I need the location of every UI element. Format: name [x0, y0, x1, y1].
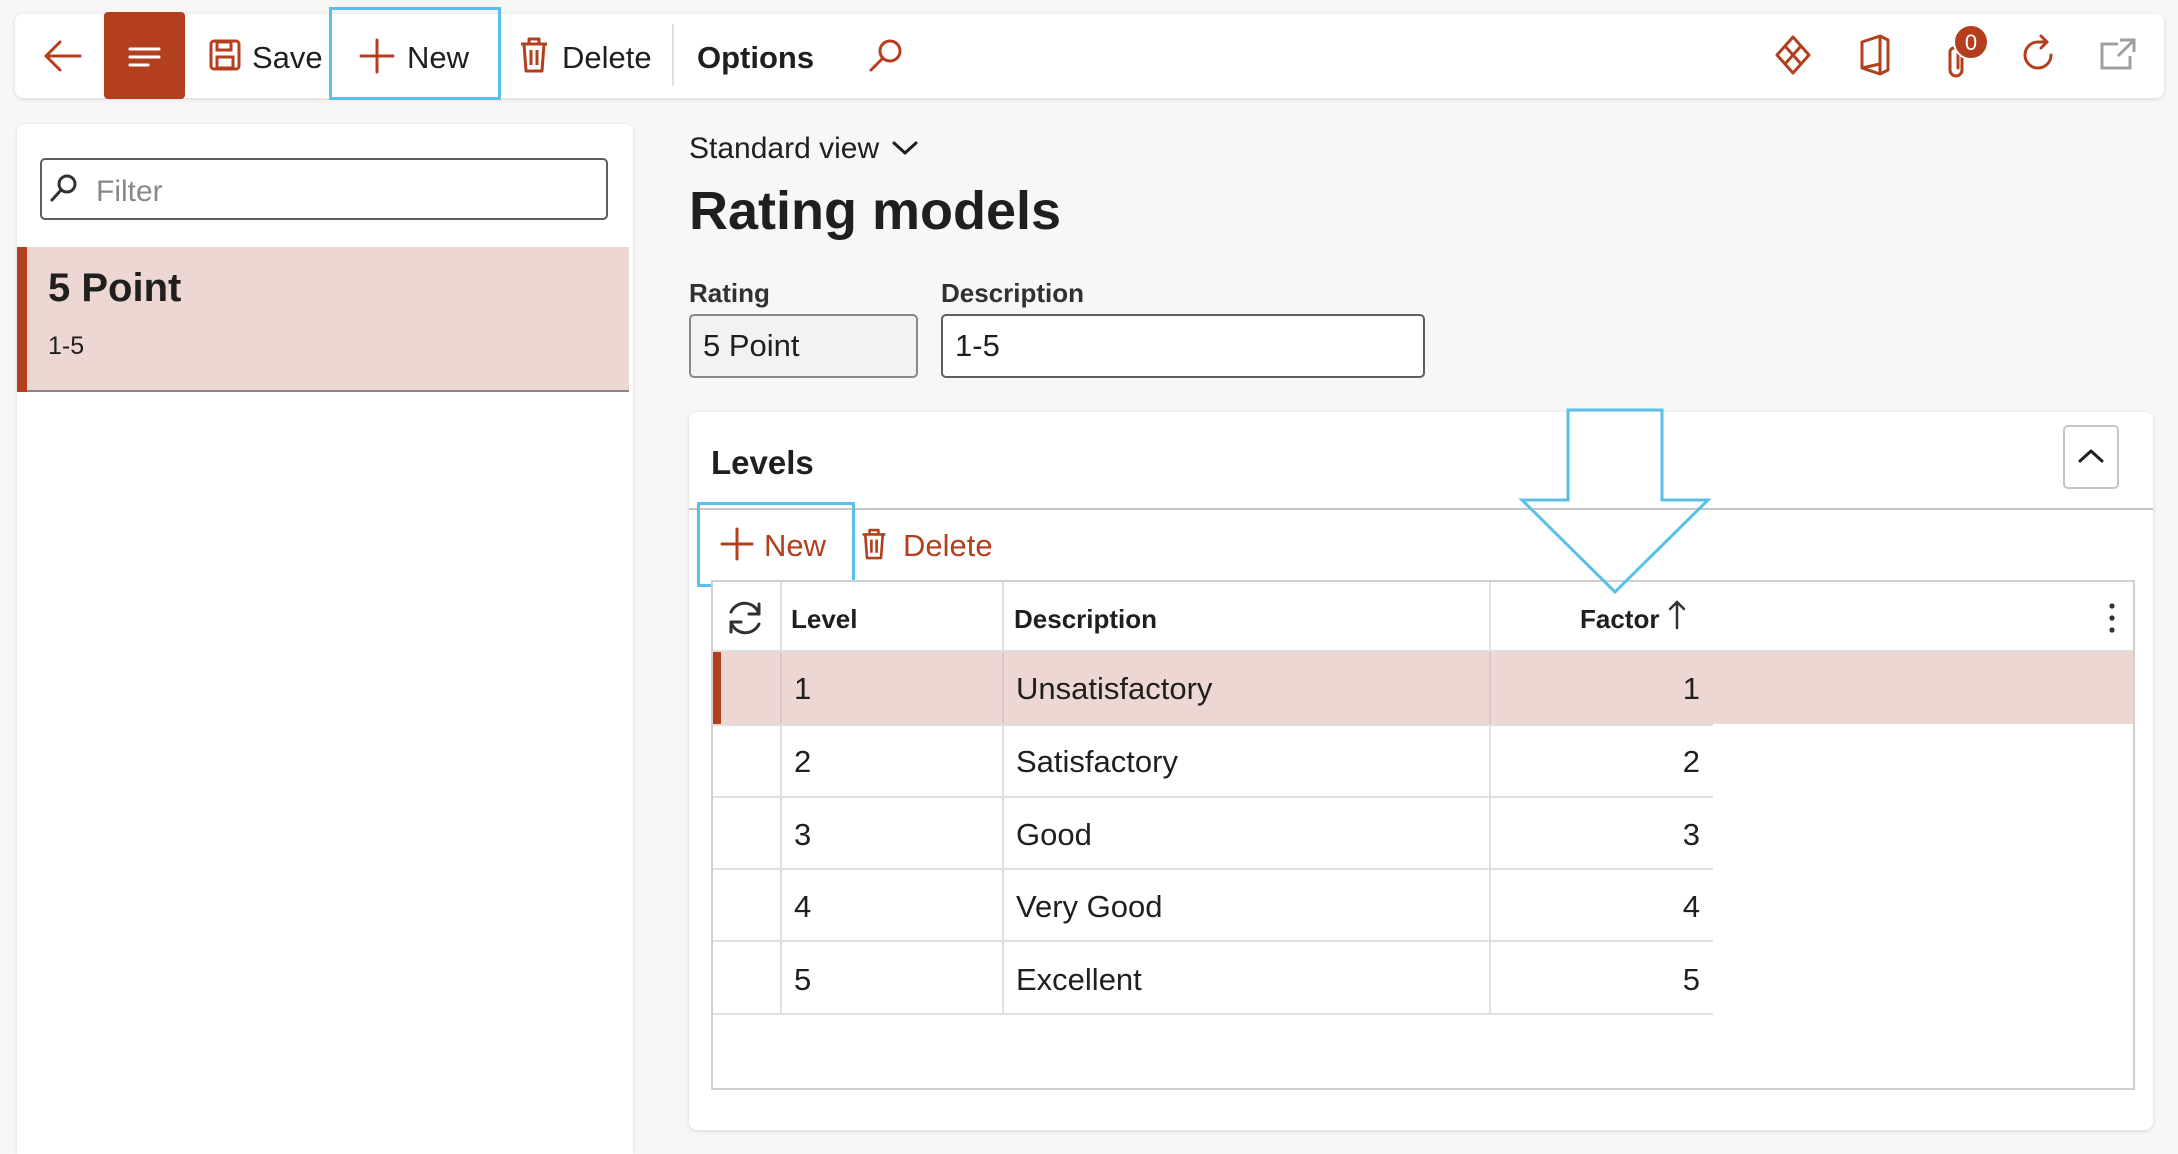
table-row[interactable]	[713, 726, 1713, 796]
chevron-down-icon	[892, 141, 918, 155]
description-field[interactable]: 1-5	[941, 314, 1425, 378]
grid-new-label: New	[764, 528, 827, 563]
column-header-factor[interactable]: Factor	[1580, 604, 1659, 635]
description-value: 1-5	[955, 328, 1000, 363]
options-tab[interactable]: Options	[697, 40, 814, 76]
row-divider	[713, 1013, 1713, 1015]
floppy-disk-icon	[209, 39, 241, 71]
description-cell[interactable]: Good	[1016, 817, 1092, 853]
level-cell[interactable]: 5	[794, 962, 811, 998]
office-icon	[1860, 34, 1890, 76]
arrow-left-icon	[44, 40, 82, 72]
description-cell[interactable]: Excellent	[1016, 962, 1142, 998]
hamburger-icon	[128, 47, 161, 67]
fasttab-divider	[689, 508, 2153, 510]
levels-title[interactable]: Levels	[711, 444, 814, 482]
toolbar-divider	[672, 24, 674, 86]
diamond-icon	[1775, 35, 1811, 75]
sort-ascending-icon	[1668, 600, 1686, 630]
level-cell[interactable]: 3	[794, 817, 811, 853]
sync-icon	[729, 601, 761, 635]
level-cell[interactable]: 4	[794, 889, 811, 925]
plus-icon	[359, 38, 395, 74]
column-header-description[interactable]: Description	[1014, 604, 1157, 635]
description-cell[interactable]: Very Good	[1016, 889, 1162, 925]
collapse-button[interactable]	[2063, 425, 2119, 489]
description-label: Description	[941, 278, 1085, 308]
table-row[interactable]	[713, 652, 2133, 724]
plus-icon	[720, 527, 754, 561]
view-label: Standard view	[689, 132, 880, 165]
list-item-subtitle: 1-5	[48, 332, 85, 360]
open-in-new-window-icon	[2100, 38, 2136, 70]
power-platform-button[interactable]	[1773, 33, 1813, 77]
office-button[interactable]	[1858, 34, 1892, 76]
rating-field[interactable]: 5 Point	[689, 314, 918, 378]
more-options-button[interactable]	[2100, 600, 2124, 636]
level-cell[interactable]: 1	[794, 671, 811, 707]
trash-icon	[521, 37, 547, 73]
table-row[interactable]	[713, 798, 1713, 868]
factor-cell[interactable]: 2	[1600, 744, 1700, 780]
new-label: New	[407, 40, 470, 75]
factor-cell[interactable]: 4	[1600, 889, 1700, 925]
grid-delete-label: Delete	[903, 528, 993, 563]
column-header-level[interactable]: Level	[791, 604, 858, 635]
chevron-up-icon	[2078, 449, 2104, 463]
trash-icon	[862, 528, 886, 560]
notification-count: 0	[1964, 30, 1978, 55]
description-cell[interactable]: Satisfactory	[1016, 744, 1178, 780]
grid-refresh-button[interactable]	[723, 596, 767, 640]
factor-cell[interactable]: 3	[1600, 817, 1700, 853]
open-new-window-button[interactable]	[2098, 36, 2138, 72]
notification-badge: 0	[1953, 24, 1989, 60]
table-row[interactable]	[713, 870, 1713, 940]
back-button[interactable]	[40, 34, 90, 80]
table-row[interactable]	[713, 942, 1713, 1012]
list-item-title: 5 Point	[48, 266, 182, 310]
search-icon	[50, 174, 77, 202]
menu-button[interactable]	[104, 12, 185, 99]
column-divider	[1002, 652, 1004, 724]
column-divider	[1489, 652, 1491, 724]
rating-value: 5 Point	[703, 328, 800, 363]
refresh-button[interactable]	[2017, 34, 2059, 76]
refresh-icon	[2023, 34, 2053, 70]
column-divider	[780, 652, 782, 724]
description-cell[interactable]: Unsatisfactory	[1016, 671, 1212, 707]
callout-arrow	[1518, 408, 1712, 595]
delete-label: Delete	[562, 40, 652, 75]
factor-cell[interactable]: 5	[1600, 962, 1700, 998]
factor-cell[interactable]: 1	[1600, 671, 1700, 707]
page-title: Rating models	[689, 181, 1062, 241]
level-cell[interactable]: 2	[794, 744, 811, 780]
rating-label: Rating	[689, 278, 770, 308]
attachments-button[interactable]: 0	[1944, 24, 1994, 80]
search-icon	[869, 39, 902, 72]
more-vertical-icon	[2109, 603, 2115, 633]
save-label: Save	[252, 40, 323, 75]
filter-placeholder: Filter	[96, 175, 163, 208]
selection-indicator	[713, 652, 721, 724]
search-button[interactable]	[866, 36, 906, 76]
selection-indicator	[17, 247, 27, 392]
